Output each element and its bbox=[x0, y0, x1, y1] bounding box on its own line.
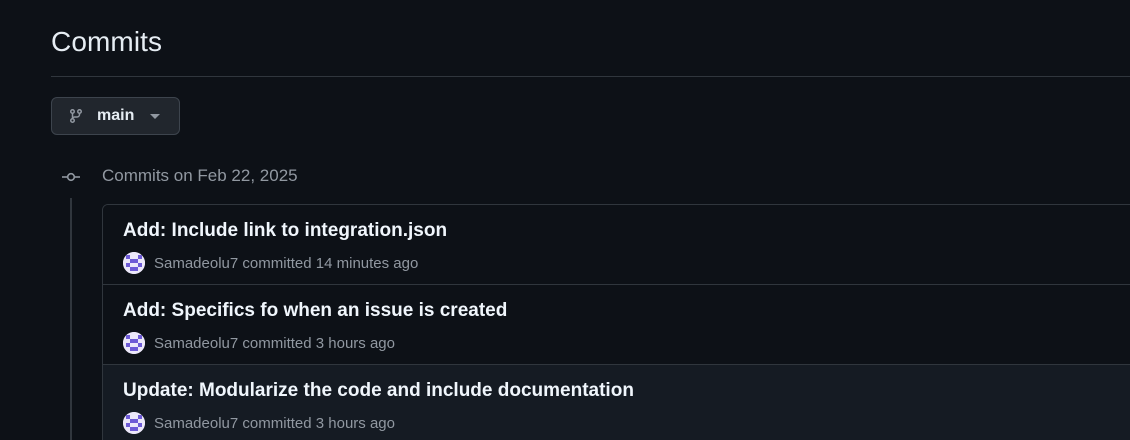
title-divider bbox=[51, 76, 1130, 77]
commit-verb: committed bbox=[242, 334, 312, 352]
author-link[interactable]: Samadeolu7 bbox=[154, 335, 238, 352]
triangle-down-icon bbox=[150, 113, 161, 119]
branch-selector-button[interactable]: main bbox=[51, 97, 180, 135]
commit-row[interactable]: Add: Specifics fo when an issue is creat… bbox=[103, 285, 1130, 365]
commit-meta: Samadeolu7 committed 14 minutes ago bbox=[123, 252, 418, 274]
author-link[interactable]: Samadeolu7 bbox=[154, 415, 238, 432]
commit-verb: committed bbox=[242, 414, 312, 432]
author-link[interactable]: Samadeolu7 bbox=[154, 255, 238, 272]
git-commit-icon bbox=[62, 169, 80, 185]
timeline-line bbox=[70, 198, 72, 440]
commit-time[interactable]: 3 hours ago bbox=[316, 335, 395, 352]
commits-page: Commits main Commits on Feb 22, 2025 Add… bbox=[0, 0, 1130, 440]
git-branch-icon bbox=[68, 108, 84, 124]
commit-date-heading: Commits on Feb 22, 2025 bbox=[102, 166, 298, 185]
commit-time[interactable]: 3 hours ago bbox=[316, 415, 395, 432]
commit-meta: Samadeolu7 committed 3 hours ago bbox=[123, 412, 395, 434]
commit-list: Add: Include link to integration.json Sa… bbox=[102, 204, 1130, 440]
branch-name: main bbox=[97, 107, 135, 124]
avatar[interactable] bbox=[123, 252, 145, 274]
commit-meta: Samadeolu7 committed 3 hours ago bbox=[123, 332, 395, 354]
commit-verb: committed bbox=[242, 254, 312, 272]
avatar[interactable] bbox=[123, 332, 145, 354]
commit-row[interactable]: Update: Modularize the code and include … bbox=[103, 365, 1130, 440]
commit-title-link[interactable]: Update: Modularize the code and include … bbox=[123, 380, 634, 402]
commit-title-link[interactable]: Add: Specifics fo when an issue is creat… bbox=[123, 300, 507, 322]
commit-title-link[interactable]: Add: Include link to integration.json bbox=[123, 220, 447, 242]
avatar[interactable] bbox=[123, 412, 145, 434]
page-title: Commits bbox=[51, 26, 163, 57]
commit-time[interactable]: 14 minutes ago bbox=[316, 255, 419, 272]
commit-row[interactable]: Add: Include link to integration.json Sa… bbox=[103, 205, 1130, 285]
